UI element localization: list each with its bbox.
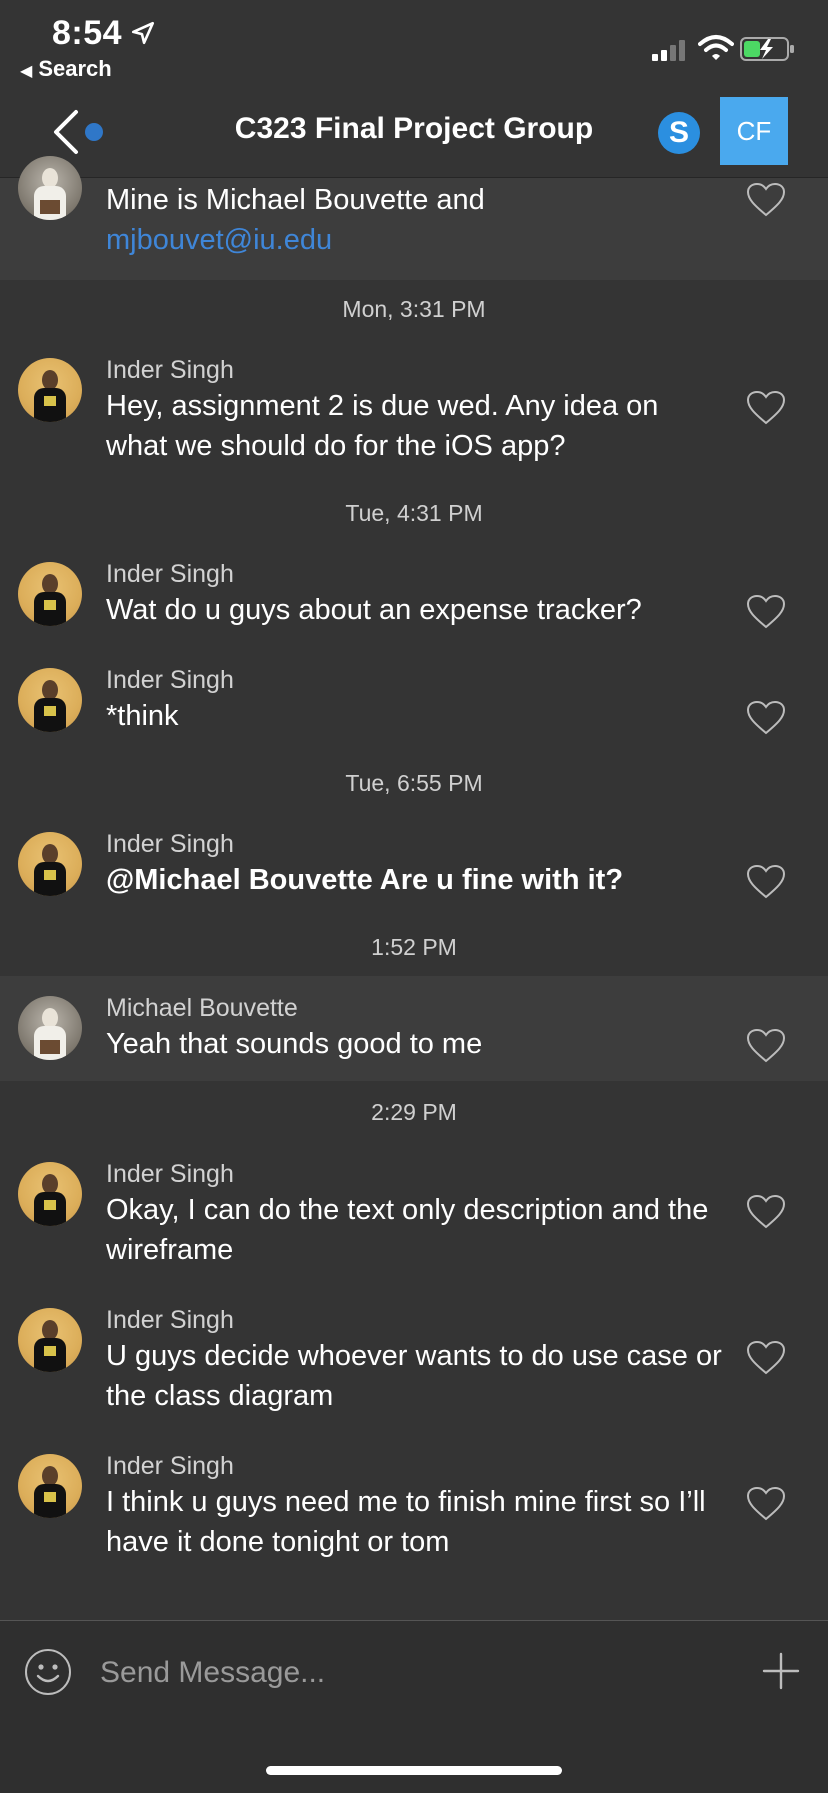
message-text: U guys decide whoever wants to do use ca…: [106, 1340, 722, 1412]
avatar[interactable]: [18, 996, 82, 1060]
message-input[interactable]: [98, 1650, 662, 1696]
back-app-label: Search: [38, 56, 112, 81]
sender-name: Michael Bouvette: [106, 994, 298, 1022]
list-item[interactable]: Inder Singh @Michael Bouvette Are u fine…: [0, 826, 828, 916]
sender-name: Inder Singh: [106, 1160, 234, 1188]
timestamp: 1:52 PM: [371, 934, 457, 960]
heart-icon[interactable]: [746, 1194, 786, 1230]
list-item[interactable]: Inder Singh Hey, assignment 2 is due wed…: [0, 352, 828, 472]
heart-icon[interactable]: [746, 1340, 786, 1376]
page-title[interactable]: C323 Final Project Group: [0, 112, 828, 146]
emoji-icon[interactable]: [24, 1648, 72, 1696]
back-triangle-icon: ◀: [20, 63, 33, 80]
message-text: I think u guys need me to finish mine fi…: [106, 1486, 706, 1558]
sender-name: Inder Singh: [106, 830, 234, 858]
message-text: Hey, assignment 2 is due wed. Any idea o…: [106, 390, 659, 462]
message-text: Wat do u guys about an expense tracker?: [106, 594, 642, 626]
cellular-signal-icon: [652, 40, 685, 61]
timestamp: Tue, 4:31 PM: [345, 500, 483, 526]
list-item[interactable]: Inder Singh Okay, I can do the text only…: [0, 1156, 828, 1276]
timestamp: 2:29 PM: [371, 1099, 457, 1125]
avatar[interactable]: [18, 668, 82, 732]
sender-name: Inder Singh: [106, 1306, 234, 1334]
timestamp: Mon, 3:31 PM: [342, 296, 486, 322]
avatar[interactable]: [18, 358, 82, 422]
list-item[interactable]: Inder Singh U guys decide whoever wants …: [0, 1302, 828, 1422]
heart-icon[interactable]: [746, 390, 786, 426]
avatar[interactable]: [18, 1162, 82, 1226]
list-item[interactable]: Inder Singh I think u guys need me to fi…: [0, 1448, 828, 1568]
list-item[interactable]: Michael Bouvette Yeah that sounds good t…: [0, 976, 828, 1081]
message-text: @Michael Bouvette Are u fine with it?: [106, 864, 624, 896]
heart-icon[interactable]: [746, 182, 786, 218]
timestamp: Tue, 6:55 PM: [345, 770, 483, 796]
avatar[interactable]: [18, 832, 82, 896]
message-text: *think: [106, 700, 179, 732]
avatar[interactable]: CF: [720, 97, 788, 165]
sender-name: Inder Singh: [106, 1452, 234, 1480]
list-item[interactable]: Inder Singh Wat do u guys about an expen…: [0, 556, 828, 646]
email-link[interactable]: mjbouvet@iu.edu: [106, 224, 332, 256]
back-to-app[interactable]: ◀ Search: [20, 56, 112, 82]
battery-charging-icon: [740, 37, 794, 61]
avatar[interactable]: [18, 1308, 82, 1372]
message-text: Okay, I can do the text only description…: [106, 1194, 709, 1266]
list-item[interactable]: Mine is Michael Bouvette and mjbouvet@iu…: [0, 156, 828, 280]
sender-name: Inder Singh: [106, 356, 234, 384]
sender-name: Inder Singh: [106, 560, 234, 588]
heart-icon[interactable]: [746, 594, 786, 630]
avatar[interactable]: [18, 562, 82, 626]
skype-call-icon[interactable]: S: [658, 112, 700, 154]
avatar[interactable]: [18, 156, 82, 220]
plus-icon[interactable]: [762, 1652, 800, 1690]
sender-name: Inder Singh: [106, 666, 234, 694]
message-text: Yeah that sounds good to me: [106, 1028, 483, 1060]
heart-icon[interactable]: [746, 1028, 786, 1064]
heart-icon[interactable]: [746, 864, 786, 900]
heart-icon[interactable]: [746, 1486, 786, 1522]
message-text: Mine is Michael Bouvette and mjbouvet@iu…: [106, 184, 485, 256]
wifi-icon: [698, 35, 734, 60]
avatar[interactable]: [18, 1454, 82, 1518]
location-arrow-icon: [131, 21, 155, 45]
home-indicator[interactable]: [266, 1766, 562, 1775]
heart-icon[interactable]: [746, 700, 786, 736]
status-time: 8:54: [52, 14, 123, 52]
list-item[interactable]: Inder Singh *think: [0, 662, 828, 752]
